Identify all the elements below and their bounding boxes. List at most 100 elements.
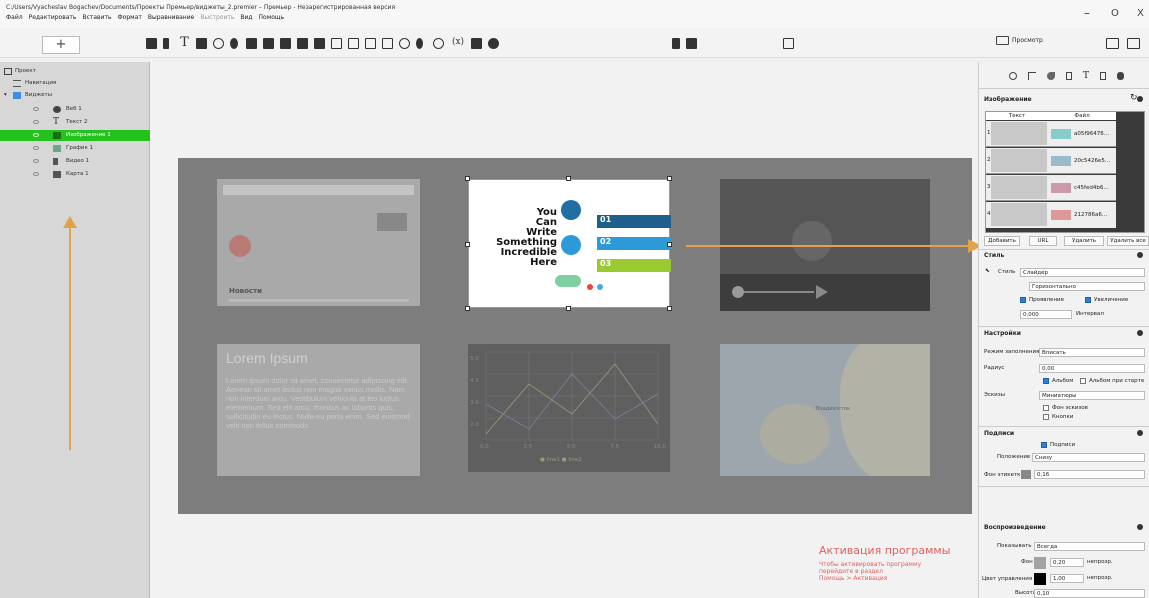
- pause-tool-icon[interactable]: [672, 38, 680, 49]
- calendar-tool-icon[interactable]: [365, 38, 376, 49]
- label-bg-color-swatch[interactable]: [1021, 470, 1031, 479]
- tab-position-icon[interactable]: [1028, 72, 1036, 80]
- zoom-checkbox[interactable]: [1085, 297, 1091, 303]
- fill-mode-select[interactable]: Вписать: [1039, 348, 1145, 357]
- screen-tool-icon[interactable]: [686, 38, 697, 49]
- map-tool-icon[interactable]: [314, 38, 325, 49]
- buttons-checkbox[interactable]: [1043, 414, 1049, 420]
- menu-help[interactable]: Помощь: [259, 14, 285, 21]
- audio-tool-icon[interactable]: [416, 38, 423, 49]
- 3d-tool-icon[interactable]: [348, 38, 359, 49]
- album-checkbox[interactable]: [1043, 378, 1049, 384]
- gallery-tool-icon[interactable]: [196, 38, 207, 49]
- label-bg-input[interactable]: 0,16: [1034, 470, 1145, 479]
- table-row[interactable]: 4 212786a6...: [986, 202, 1116, 228]
- info-icon[interactable]: [1137, 430, 1143, 436]
- image-tool-icon[interactable]: [146, 38, 157, 49]
- menu-format[interactable]: Формат: [118, 14, 142, 21]
- album-start-checkbox[interactable]: [1080, 378, 1086, 384]
- slides-tool-icon[interactable]: [263, 38, 274, 49]
- visibility-eye-icon[interactable]: [33, 107, 39, 111]
- style-select[interactable]: Слайдер: [1020, 268, 1145, 277]
- menu-edit[interactable]: Редактировать: [29, 14, 77, 21]
- table-row[interactable]: 3 c45fed4b6...: [986, 175, 1116, 201]
- table-row[interactable]: 1 a05f96476...: [986, 121, 1116, 147]
- tree-item[interactable]: T Текст 2: [0, 117, 150, 128]
- show-select[interactable]: Всегда: [1034, 542, 1145, 551]
- tree-item-selected[interactable]: Изображение 1: [0, 130, 150, 141]
- visibility-eye-icon[interactable]: [33, 172, 39, 176]
- menu-build[interactable]: Выстроить: [200, 14, 234, 21]
- camera-tool-icon[interactable]: [280, 38, 291, 49]
- tree-navigation[interactable]: Навигация: [0, 78, 150, 89]
- info-icon[interactable]: [1137, 524, 1143, 530]
- resize-handle[interactable]: [465, 306, 470, 311]
- delete-button[interactable]: Удалить: [1064, 236, 1104, 246]
- seek-knob[interactable]: [732, 286, 744, 298]
- stage[interactable]: Новости You Can Write Something Incredib…: [178, 158, 972, 514]
- tab-page-icon[interactable]: [1100, 72, 1107, 80]
- sound-tool-icon[interactable]: [488, 38, 499, 49]
- position-select[interactable]: Снизу: [1032, 453, 1145, 462]
- tab-cursor-icon[interactable]: [1066, 72, 1072, 80]
- map-pin-tool-icon[interactable]: [230, 38, 238, 49]
- youtube-tool-icon[interactable]: [297, 38, 308, 49]
- tab-database-icon[interactable]: [1117, 72, 1125, 80]
- delete-all-button[interactable]: Удалить все: [1107, 236, 1149, 246]
- bg-opacity-input[interactable]: 0,20: [1050, 558, 1084, 567]
- quiz-tool-icon[interactable]: [399, 38, 410, 49]
- expand-arrow-icon[interactable]: ▾: [4, 90, 7, 101]
- height-input[interactable]: 0,10: [1034, 589, 1145, 598]
- tab-text-icon[interactable]: T: [1083, 72, 1089, 81]
- resize-handle[interactable]: [566, 306, 571, 311]
- info-icon[interactable]: [1137, 96, 1143, 102]
- captions-checkbox[interactable]: [1041, 442, 1047, 448]
- close-button[interactable]: X: [1137, 8, 1144, 19]
- info-icon[interactable]: [1137, 252, 1143, 258]
- tree-item[interactable]: Карта 1: [0, 169, 150, 180]
- web-tool-icon[interactable]: [213, 38, 224, 49]
- embed-tool-icon[interactable]: [471, 38, 482, 49]
- infographic-image[interactable]: You Can Write Something Incredible Here …: [468, 179, 671, 308]
- chart-tool-icon[interactable]: [331, 38, 342, 49]
- layout-single-icon[interactable]: [1106, 38, 1119, 49]
- resize-handle[interactable]: [667, 306, 672, 311]
- table-tool-icon[interactable]: [382, 38, 393, 49]
- interval-input[interactable]: 0,000: [1020, 310, 1072, 319]
- menu-align[interactable]: Выравнивание: [148, 14, 194, 21]
- bg-color-swatch[interactable]: [1034, 557, 1046, 569]
- orientation-select[interactable]: Горизонтально: [1029, 282, 1145, 291]
- menu-view[interactable]: Вид: [240, 14, 252, 21]
- tree-item[interactable]: Видео 1: [0, 156, 150, 167]
- video-strip-tool-icon[interactable]: [163, 38, 169, 49]
- image-table[interactable]: Текст Файл 1 a05f96476... 2 20c5426e5...…: [985, 111, 1145, 233]
- menu-insert[interactable]: Вставить: [82, 14, 111, 21]
- minimize-button[interactable]: –: [1084, 6, 1090, 20]
- chart-widget[interactable]: 5.0 4.0 3.0 2.0 0.0 2.5 5.0 7.5 10.0 ● line1…: [468, 344, 670, 472]
- resize-handle[interactable]: [667, 242, 672, 247]
- preview-button[interactable]: Просмотр: [996, 36, 1043, 45]
- control-color-swatch[interactable]: [1034, 573, 1046, 585]
- resize-handle[interactable]: [667, 176, 672, 181]
- formula-tool-icon[interactable]: (x): [450, 37, 466, 48]
- menu-file[interactable]: Файл: [6, 14, 23, 21]
- tree-widgets[interactable]: ▾ Виджеты: [0, 90, 150, 101]
- text-tool-icon[interactable]: T: [179, 36, 190, 49]
- tree-item[interactable]: Веб 1: [0, 104, 150, 115]
- tree-root[interactable]: Проект: [0, 66, 150, 77]
- control-opacity-input[interactable]: 1,00: [1050, 574, 1084, 583]
- thumbs-select[interactable]: Миниатюры: [1039, 391, 1145, 400]
- add-button[interactable]: +: [42, 36, 80, 54]
- add-image-button[interactable]: Добавить: [984, 236, 1020, 246]
- tab-fill-icon[interactable]: [1047, 72, 1055, 80]
- news-widget[interactable]: Новости: [217, 179, 420, 306]
- shape-tool-icon[interactable]: [246, 38, 257, 49]
- grid-tool-icon[interactable]: [783, 38, 794, 49]
- visibility-eye-icon[interactable]: [33, 133, 39, 137]
- hotspot-tool-icon[interactable]: [433, 38, 444, 49]
- visibility-eye-icon[interactable]: [33, 159, 39, 163]
- play-icon[interactable]: [816, 285, 828, 299]
- url-button[interactable]: URL: [1029, 236, 1057, 246]
- resize-handle[interactable]: [566, 176, 571, 181]
- visibility-eye-icon[interactable]: [33, 146, 39, 150]
